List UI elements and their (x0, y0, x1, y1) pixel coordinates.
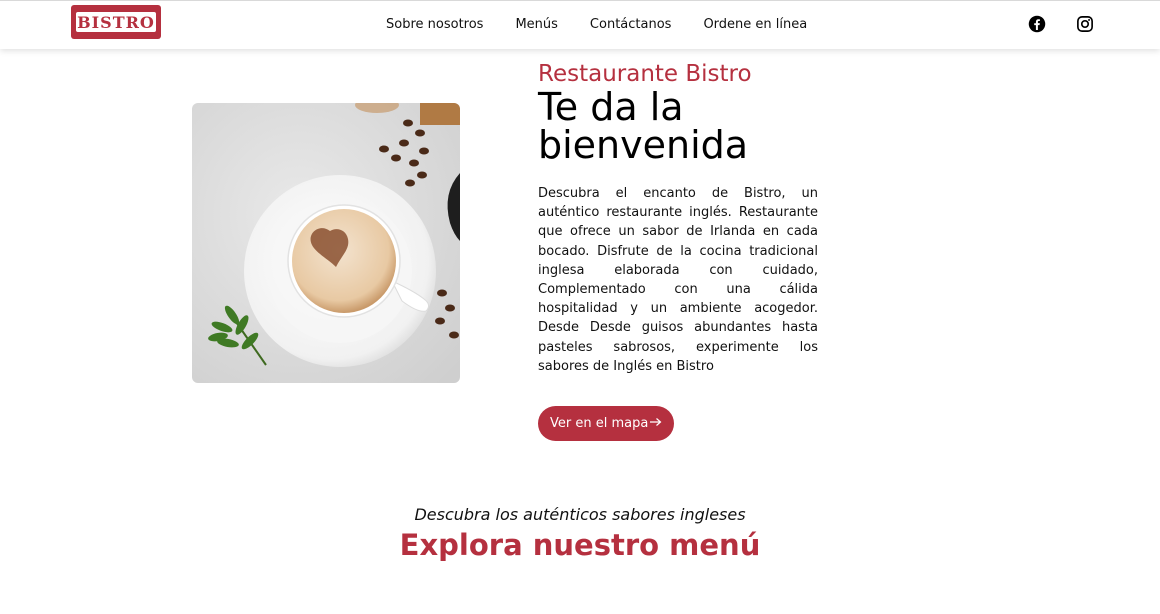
welcome-section: Restaurante Bistro Te da la bienvenida D… (538, 60, 818, 442)
menu-tagline: Descubra los auténticos sabores ingleses (414, 505, 746, 524)
nav-link-contact[interactable]: Contáctanos (574, 15, 688, 35)
instagram-icon[interactable] (1076, 15, 1094, 33)
nav-link-about[interactable]: Sobre nosotros (370, 15, 499, 35)
menu-section: Descubra los auténticos sabores ingleses… (0, 503, 1160, 563)
coffee-cup-image (192, 103, 460, 383)
main-nav: Sobre nosotros Menús Contáctanos Ordene … (370, 15, 823, 35)
nav-link-menus[interactable]: Menús (499, 15, 573, 35)
view-map-label: Ver en el mapa (550, 416, 649, 432)
restaurant-description: Descubra el encanto de Bistro, un autént… (538, 186, 818, 374)
bistro-logo[interactable]: BISTRO (71, 5, 161, 39)
menu-title: Explora nuestro menú (399, 528, 761, 562)
facebook-icon[interactable] (1028, 15, 1046, 33)
view-map-button[interactable]: Ver en el mapa (538, 406, 675, 442)
nav-link-order-online[interactable]: Ordene en línea (687, 15, 823, 35)
logo-text: BISTRO (76, 12, 156, 32)
restaurant-subtitle: Restaurante Bistro (538, 61, 752, 87)
arrow-right-icon (650, 416, 662, 431)
social-links (1028, 15, 1094, 33)
site-header: BISTRO Sobre nosotros Menús Contáctanos … (0, 0, 1160, 49)
welcome-title: Te da la bienvenida (538, 85, 749, 167)
